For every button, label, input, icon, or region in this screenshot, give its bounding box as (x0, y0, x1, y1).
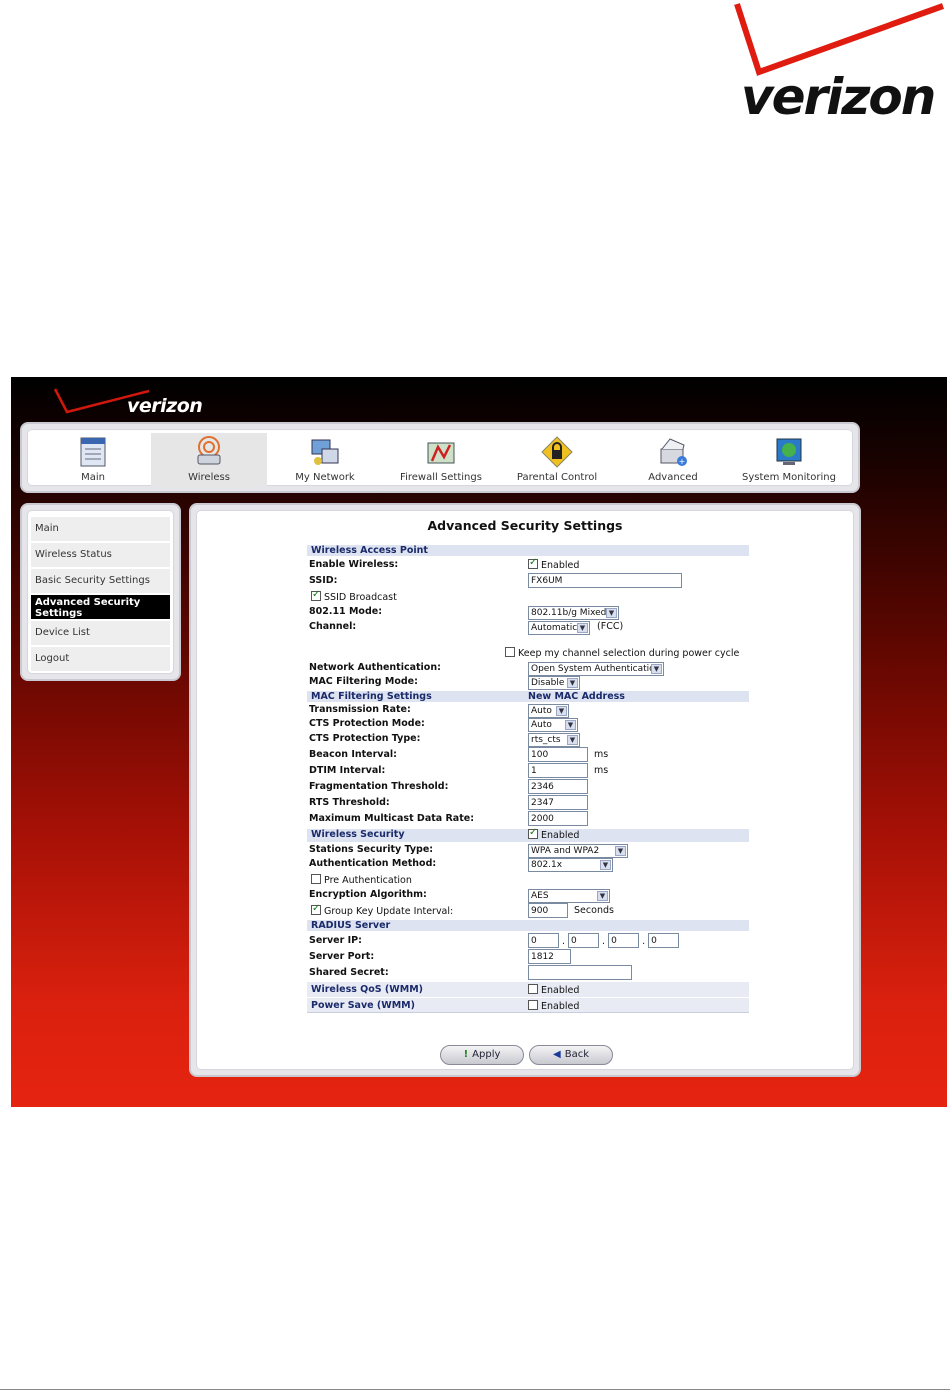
channel-select[interactable]: Automatic ▼ (528, 621, 590, 635)
cts-type-select[interactable]: rts_cts ▼ (528, 733, 580, 747)
router-ui-screenshot: verizon Main Wireless My Network Firewal… (11, 377, 947, 1107)
chevron-down-icon: ▼ (597, 891, 608, 901)
sidebar-item-device-list[interactable]: Device List (31, 621, 170, 645)
sidebar-item-basic-security[interactable]: Basic Security Settings (31, 569, 170, 593)
server-ip-octet-4[interactable]: 0 (648, 933, 680, 948)
chevron-down-icon: ▼ (556, 706, 567, 716)
wireless-icon (197, 436, 221, 465)
wireless-security-checkbox[interactable] (528, 827, 538, 839)
group-key-checkbox[interactable] (311, 903, 321, 915)
wireless-qos-checkbox[interactable] (528, 984, 538, 994)
section-wireless-security: Wireless Security Enabled (307, 827, 749, 842)
main-icon (80, 437, 106, 467)
new-mac-address-link[interactable]: New MAC Address (528, 691, 625, 702)
ssid-input[interactable]: FX6UM (528, 573, 682, 588)
nav-main[interactable]: Main (35, 433, 151, 487)
nav-system-monitoring[interactable]: System Monitoring (731, 433, 847, 487)
main-panel: Advanced Security Settings Wireless Acce… (189, 503, 861, 1077)
dtim-interval-input[interactable]: 1 (528, 763, 588, 778)
section-radius-server: RADIUS Server (307, 920, 749, 931)
shared-secret-input[interactable] (528, 965, 632, 980)
verizon-wordmark: verizon (741, 68, 936, 126)
advanced-icon: + (660, 438, 687, 466)
group-key-input[interactable]: 900 (528, 903, 568, 918)
section-wireless-access-point: Wireless Access Point (307, 545, 749, 556)
chevron-down-icon: ▼ (651, 664, 662, 674)
app-wordmark: verizon (127, 395, 203, 417)
nav-firewall-settings[interactable]: Firewall Settings (383, 433, 499, 487)
app-logo: verizon (53, 385, 223, 425)
nav-advanced[interactable]: + Advanced (615, 433, 731, 487)
enable-wireless-checkbox[interactable] (528, 557, 538, 569)
sidebar-item-logout[interactable]: Logout (31, 647, 170, 671)
row-wireless-qos: Wireless QoS (WMM) Enabled (307, 982, 749, 997)
transmission-rate-select[interactable]: Auto ▼ (528, 704, 569, 718)
server-ip-octet-3[interactable]: 0 (608, 933, 640, 948)
chevron-down-icon: ▼ (565, 720, 576, 730)
keep-channel-checkbox[interactable] (505, 647, 515, 657)
nav-wireless[interactable]: Wireless (151, 433, 267, 487)
lock-icon (541, 436, 573, 468)
row-power-save: Power Save (WMM) Enabled (307, 998, 749, 1013)
exclamation-icon: ! (463, 1049, 469, 1060)
sidebar-item-advanced-security[interactable]: Advanced Security Settings (31, 595, 170, 619)
sidebar-item-wireless-status[interactable]: Wireless Status (31, 543, 170, 567)
page-title: Advanced Security Settings (427, 518, 623, 533)
server-port-input[interactable]: 1812 (528, 949, 571, 964)
verizon-logo: verizon (733, 0, 948, 126)
mac-filtering-select[interactable]: Disable ▼ (528, 676, 580, 690)
encryption-select[interactable]: AES ▼ (528, 889, 610, 903)
top-nav: Main Wireless My Network Firewall Settin… (20, 422, 860, 493)
server-ip-octet-2[interactable]: 0 (568, 933, 600, 948)
stations-security-select[interactable]: WPA and WPA2 ▼ (528, 844, 628, 858)
auth-method-select[interactable]: 802.1x ▼ (528, 858, 613, 872)
pre-auth-checkbox[interactable] (311, 874, 321, 884)
beacon-interval-input[interactable]: 100 (528, 747, 588, 762)
rts-threshold-input[interactable]: 2347 (528, 795, 588, 810)
mode-select[interactable]: 802.11b/g Mixed ▼ (528, 606, 619, 620)
server-ip-octet-1[interactable]: 0 (528, 933, 559, 948)
chevron-down-icon: ▼ (567, 735, 578, 745)
ssid-broadcast-checkbox[interactable] (311, 589, 321, 601)
nav-parental-control[interactable]: Parental Control (499, 433, 615, 487)
page-bottom-rule (0, 1389, 950, 1390)
max-multicast-input[interactable]: 2000 (528, 811, 588, 826)
chevron-down-icon: ▼ (567, 678, 578, 688)
back-button[interactable]: ◀ Back (529, 1045, 613, 1065)
chevron-down-icon: ▼ (615, 846, 626, 856)
nav-my-network[interactable]: My Network (267, 433, 383, 487)
chevron-down-icon: ▼ (606, 608, 617, 618)
sidebar: Main Wireless Status Basic Security Sett… (20, 503, 181, 681)
back-arrow-icon: ◀ (553, 1049, 561, 1060)
apply-button[interactable]: ! Apply (440, 1045, 524, 1065)
section-mac-filtering: MAC Filtering Settings New MAC Address (307, 691, 749, 702)
cts-mode-select[interactable]: Auto ▼ (528, 718, 578, 732)
network-auth-select[interactable]: Open System Authentication ▼ (528, 662, 664, 676)
monitor-icon (776, 438, 802, 465)
chevron-down-icon: ▼ (577, 623, 588, 633)
sidebar-item-main[interactable]: Main (31, 517, 170, 541)
power-save-checkbox[interactable] (528, 1000, 538, 1010)
chevron-down-icon: ▼ (600, 860, 611, 870)
network-icon (311, 439, 339, 465)
fragmentation-input[interactable]: 2346 (528, 779, 588, 794)
svg-text:+: + (679, 457, 686, 466)
firewall-icon (427, 442, 455, 464)
